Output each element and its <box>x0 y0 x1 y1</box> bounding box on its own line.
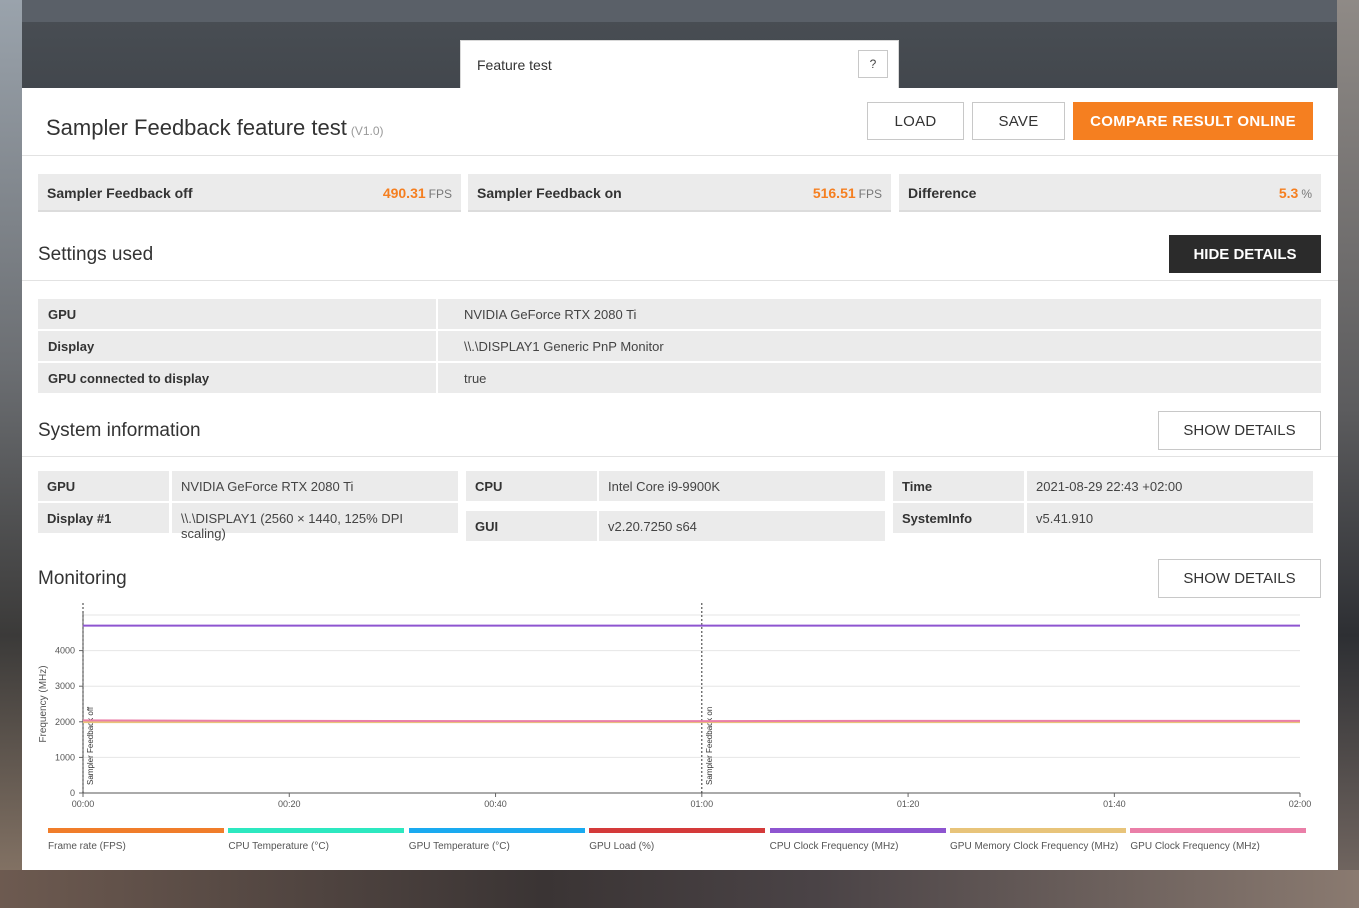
legend-swatch <box>589 828 766 833</box>
settings-key: GPU connected to display <box>38 363 436 393</box>
result-panel: Sampler Feedback feature test (V1.0) LOAD… <box>22 88 1338 870</box>
y-tick-label: 1000 <box>55 752 75 762</box>
legend-item[interactable]: GPU Load (%) <box>589 828 766 852</box>
x-tick-label: 00:40 <box>484 799 507 809</box>
divider <box>22 456 1338 457</box>
legend-label: GPU Memory Clock Frequency (MHz) <box>950 841 1119 852</box>
hide-details-button[interactable]: HIDE DETAILS <box>1169 235 1321 273</box>
divider <box>22 155 1338 156</box>
y-tick-label: 2000 <box>55 717 75 727</box>
legend-item[interactable]: GPU Temperature (°C) <box>408 828 585 852</box>
settings-row: Display \\.\DISPLAY1 Generic PnP Monitor <box>38 331 1321 361</box>
load-button[interactable]: LOAD <box>867 102 964 140</box>
score-number: 5.3 <box>1278 185 1299 201</box>
sysinfo-display-value: \\.\DISPLAY1 (2560 × 1440, 125% DPI scal… <box>172 503 458 541</box>
title-text: Sampler Feedback feature test <box>46 115 347 140</box>
sysinfo-gui-value: v2.20.7250 s64 <box>599 511 885 541</box>
sysinfo-display-key: Display #1 <box>38 503 169 533</box>
legend-item[interactable]: Frame rate (FPS) <box>48 828 224 852</box>
y-axis-label: Frequency (MHz) <box>38 665 49 742</box>
monitoring-show-details-button[interactable]: SHOW DETAILS <box>1158 559 1321 598</box>
x-tick-label: 01:40 <box>1103 799 1126 809</box>
system-show-details-button[interactable]: SHOW DETAILS <box>1158 411 1321 450</box>
monitoring-title: Monitoring <box>38 568 127 589</box>
sysinfo-systeminfo-key: SystemInfo <box>893 503 1024 533</box>
phase-marker-label: Sampler Feedback off <box>86 706 95 785</box>
phase-marker-label: Sampler Feedback on <box>705 707 714 785</box>
series-line <box>82 719 1300 723</box>
sysinfo-gui-key: GUI <box>466 511 597 541</box>
x-tick-label: 02:00 <box>1289 799 1312 809</box>
legend-swatch <box>48 828 224 833</box>
legend-label: CPU Clock Frequency (MHz) <box>769 841 899 852</box>
background-bottom <box>0 870 1359 908</box>
page-title: Sampler Feedback feature test (V1.0) <box>46 115 384 141</box>
legend-label: GPU Clock Frequency (MHz) <box>1130 841 1260 852</box>
legend-swatch <box>950 828 1126 833</box>
settings-title: Settings used <box>38 244 154 265</box>
x-tick-label: 00:20 <box>278 799 301 809</box>
legend-item[interactable]: GPU Clock Frequency (MHz) <box>1130 828 1307 852</box>
score-number: 490.31 <box>382 185 426 201</box>
legend-item[interactable]: CPU Clock Frequency (MHz) <box>769 828 946 852</box>
feature-test-tab[interactable]: Feature test ? <box>460 40 899 88</box>
settings-key: GPU <box>38 299 436 329</box>
legend-item[interactable]: GPU Memory Clock Frequency (MHz) <box>950 828 1126 852</box>
save-button[interactable]: SAVE <box>972 102 1065 140</box>
sysinfo-gpu-key: GPU <box>38 471 169 501</box>
score-unit: % <box>1301 187 1312 201</box>
x-tick-label: 01:20 <box>897 799 920 809</box>
sysinfo-systeminfo-value: v5.41.910 <box>1027 503 1313 533</box>
y-tick-label: 0 <box>70 788 75 798</box>
sysinfo-cpu-value: Intel Core i9-9900K <box>599 471 885 501</box>
score-sampler-feedback-off: Sampler Feedback off 490.31 FPS <box>38 174 461 212</box>
score-label: Sampler Feedback off <box>47 185 193 201</box>
sysinfo-gpu-value: NVIDIA GeForce RTX 2080 Ti <box>172 471 458 501</box>
legend-label: GPU Load (%) <box>589 841 655 852</box>
background-right <box>1337 0 1359 908</box>
legend-label: GPU Temperature (°C) <box>408 841 510 852</box>
score-value: 5.3% <box>1279 185 1312 201</box>
score-unit: FPS <box>428 187 452 201</box>
y-tick-label: 4000 <box>55 646 75 656</box>
score-label: Sampler Feedback on <box>477 185 622 201</box>
legend-swatch <box>408 828 585 833</box>
legend-swatch <box>228 828 405 833</box>
legend-swatch <box>1130 828 1307 833</box>
settings-row: GPU NVIDIA GeForce RTX 2080 Ti <box>38 299 1321 329</box>
score-unit: FPS <box>858 187 882 201</box>
score-difference: Difference 5.3% <box>899 174 1321 212</box>
compare-result-online-button[interactable]: COMPARE RESULT ONLINE <box>1073 102 1313 140</box>
feature-test-label: Feature test <box>477 57 552 73</box>
background-top <box>0 0 1359 22</box>
legend-label: Frame rate (FPS) <box>48 841 126 852</box>
score-value: 490.31 FPS <box>383 185 452 201</box>
score-value: 516.51 FPS <box>813 185 882 201</box>
legend-swatch <box>769 828 946 833</box>
settings-key: Display <box>38 331 436 361</box>
settings-value: NVIDIA GeForce RTX 2080 Ti <box>438 299 1321 329</box>
divider <box>22 280 1338 281</box>
system-information-title: System information <box>38 420 201 441</box>
settings-value: \\.\DISPLAY1 Generic PnP Monitor <box>438 331 1321 361</box>
sysinfo-time-key: Time <box>893 471 1024 501</box>
x-tick-label: 01:00 <box>691 799 714 809</box>
score-number: 516.51 <box>812 185 856 201</box>
x-tick-label: 00:00 <box>72 799 95 809</box>
legend-item[interactable]: CPU Temperature (°C) <box>228 828 405 852</box>
background-left <box>0 0 22 908</box>
score-sampler-feedback-on: Sampler Feedback on 516.51 FPS <box>468 174 891 212</box>
settings-row: GPU connected to display true <box>38 363 1321 393</box>
monitoring-chart: 0 1000 2000 3000 4000 Frequency (MHz) 00:00 00:… <box>38 603 1312 809</box>
sysinfo-time-value: 2021-08-29 22:43 +02:00 <box>1027 471 1313 501</box>
settings-value: true <box>438 363 1321 393</box>
help-button[interactable]: ? <box>858 50 888 78</box>
y-tick-label: 3000 <box>55 681 75 691</box>
legend-label: CPU Temperature (°C) <box>228 841 329 852</box>
version-label: (V1.0) <box>350 124 384 138</box>
sysinfo-cpu-key: CPU <box>466 471 597 501</box>
score-label: Difference <box>908 185 977 201</box>
